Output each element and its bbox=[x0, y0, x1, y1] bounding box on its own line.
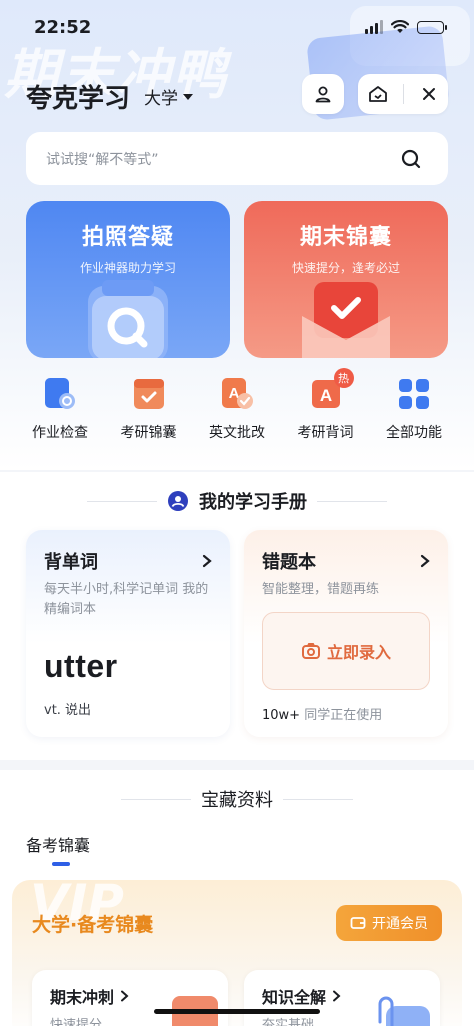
quick-action-homework-check[interactable]: 作业检查 bbox=[20, 376, 100, 442]
card-subtitle: 快速提分，逢考必过 bbox=[291, 261, 400, 275]
status-bar: 22:52 bbox=[0, 0, 474, 54]
section-title: 宝藏资料 bbox=[201, 790, 273, 811]
mistakes-card[interactable]: 错题本 智能整理，错题再练 立即录入 10w+ 同学正在使用 bbox=[244, 530, 448, 737]
close-icon bbox=[422, 88, 435, 100]
hot-badge: 热 bbox=[333, 368, 354, 388]
home-icon bbox=[368, 86, 387, 102]
handbook-icon bbox=[168, 491, 188, 511]
card-subtitle: 作业神器助力学习 bbox=[79, 261, 176, 275]
level-label: 大学 bbox=[144, 89, 178, 109]
level-selector[interactable]: 大学 bbox=[144, 84, 193, 109]
chevron-right-icon bbox=[333, 990, 341, 1002]
status-time: 22:52 bbox=[34, 16, 92, 38]
search-placeholder: 试试搜“解不等式” bbox=[46, 151, 159, 168]
chevron-right-icon bbox=[420, 554, 430, 568]
camera-icon bbox=[301, 643, 320, 659]
search-bar[interactable]: 试试搜“解不等式” bbox=[26, 132, 448, 185]
section-header: 我的学习手册 bbox=[0, 488, 474, 514]
camera-search-icon bbox=[88, 280, 168, 358]
svg-text:A: A bbox=[319, 386, 331, 405]
handbook-section: 我的学习手册 背单词 每天半小时,科学记单词 我的精编词本 utter vt. … bbox=[0, 472, 474, 760]
wallet-icon bbox=[350, 917, 366, 929]
mini-card-title: 期末冲刺 bbox=[50, 988, 115, 1007]
quick-action-label: 考研背词 bbox=[297, 425, 354, 441]
vip-card: VIP 大学·备考锦囊 开通会员 期末冲刺 快速提分 知识全解 夯实基础 bbox=[12, 880, 462, 1026]
section-title: 我的学习手册 bbox=[199, 492, 307, 513]
quick-action-label: 考研锦囊 bbox=[120, 425, 177, 441]
card-title: 期末锦囊 bbox=[299, 225, 392, 250]
card-subtitle: 每天半小时,科学记单词 我的精编词本 bbox=[44, 582, 209, 617]
record-label: 立即录入 bbox=[326, 643, 391, 662]
quick-action-vocab[interactable]: A 热 考研背词 bbox=[286, 368, 366, 442]
tab-indicator bbox=[52, 862, 70, 866]
quick-action-label: 作业检查 bbox=[32, 425, 88, 441]
knowledge-card[interactable]: 知识全解 夯实基础 bbox=[244, 970, 440, 1026]
quick-action-label: 英文批改 bbox=[209, 425, 265, 441]
photo-qa-card[interactable]: 拍照答疑 作业神器助力学习 bbox=[26, 201, 230, 358]
search-icon bbox=[401, 149, 421, 168]
signal-icon bbox=[365, 20, 383, 34]
home-button[interactable] bbox=[359, 84, 397, 104]
battery-icon bbox=[417, 20, 447, 34]
card-title: 背单词 bbox=[44, 552, 98, 573]
exam-kit-icon bbox=[133, 379, 164, 409]
users-count: 10w+ 同学正在使用 bbox=[262, 708, 383, 723]
treasure-section: 宝藏资料 备考锦囊 VIP 大学·备考锦囊 开通会员 期末冲刺 快速提分 知识全… bbox=[0, 770, 474, 1026]
membership-label: 开通会员 bbox=[372, 916, 428, 932]
vip-title: 大学·备考锦囊 bbox=[32, 914, 154, 936]
quick-actions: 作业检查 考研锦囊 A 英文批改 A 热 考研背词 全部功能 bbox=[20, 368, 454, 442]
profile-button[interactable] bbox=[302, 74, 344, 114]
quick-action-english-correction[interactable]: A 英文批改 bbox=[197, 376, 277, 442]
grid-icon bbox=[399, 379, 429, 409]
quick-action-all-features[interactable]: 全部功能 bbox=[374, 376, 454, 442]
close-button[interactable] bbox=[410, 86, 448, 102]
card-subtitle: 智能整理，错题再练 bbox=[262, 582, 380, 597]
card-title: 拍照答疑 bbox=[81, 225, 174, 250]
wifi-icon bbox=[391, 20, 409, 33]
section-header: 宝藏资料 bbox=[0, 786, 474, 812]
caret-down-icon bbox=[183, 93, 193, 100]
vocab-word: utter bbox=[44, 648, 118, 684]
homework-check-icon bbox=[45, 378, 75, 409]
record-button[interactable]: 立即录入 bbox=[262, 612, 430, 690]
status-icons bbox=[365, 20, 447, 34]
app-title: 夸克学习 bbox=[26, 84, 131, 114]
card-title: 错题本 bbox=[262, 552, 316, 573]
exam-kit-card[interactable]: 期末锦囊 快速提分，逢考必过 bbox=[244, 201, 448, 358]
paperclip-icon bbox=[378, 996, 430, 1026]
chevron-right-icon bbox=[121, 990, 129, 1002]
final-sprint-card[interactable]: 期末冲刺 快速提分 bbox=[32, 970, 228, 1026]
chevron-right-icon bbox=[202, 554, 212, 568]
tab-exam-kit[interactable]: 备考锦囊 bbox=[26, 832, 90, 856]
vocab-meaning: vt. 说出 bbox=[44, 703, 92, 718]
open-membership-button[interactable]: 开通会员 bbox=[336, 905, 442, 941]
quick-action-exam-kit[interactable]: 考研锦囊 bbox=[109, 376, 189, 442]
home-indicator bbox=[154, 1009, 320, 1014]
english-correction-icon: A bbox=[222, 378, 253, 409]
envelope-check-icon bbox=[302, 282, 390, 358]
quick-action-label: 全部功能 bbox=[386, 425, 442, 441]
vocab-card[interactable]: 背单词 每天半小时,科学记单词 我的精编词本 utter vt. 说出 bbox=[26, 530, 230, 737]
mini-program-capsule bbox=[358, 74, 448, 114]
mini-card-title: 知识全解 bbox=[262, 988, 327, 1007]
user-icon bbox=[315, 86, 331, 103]
